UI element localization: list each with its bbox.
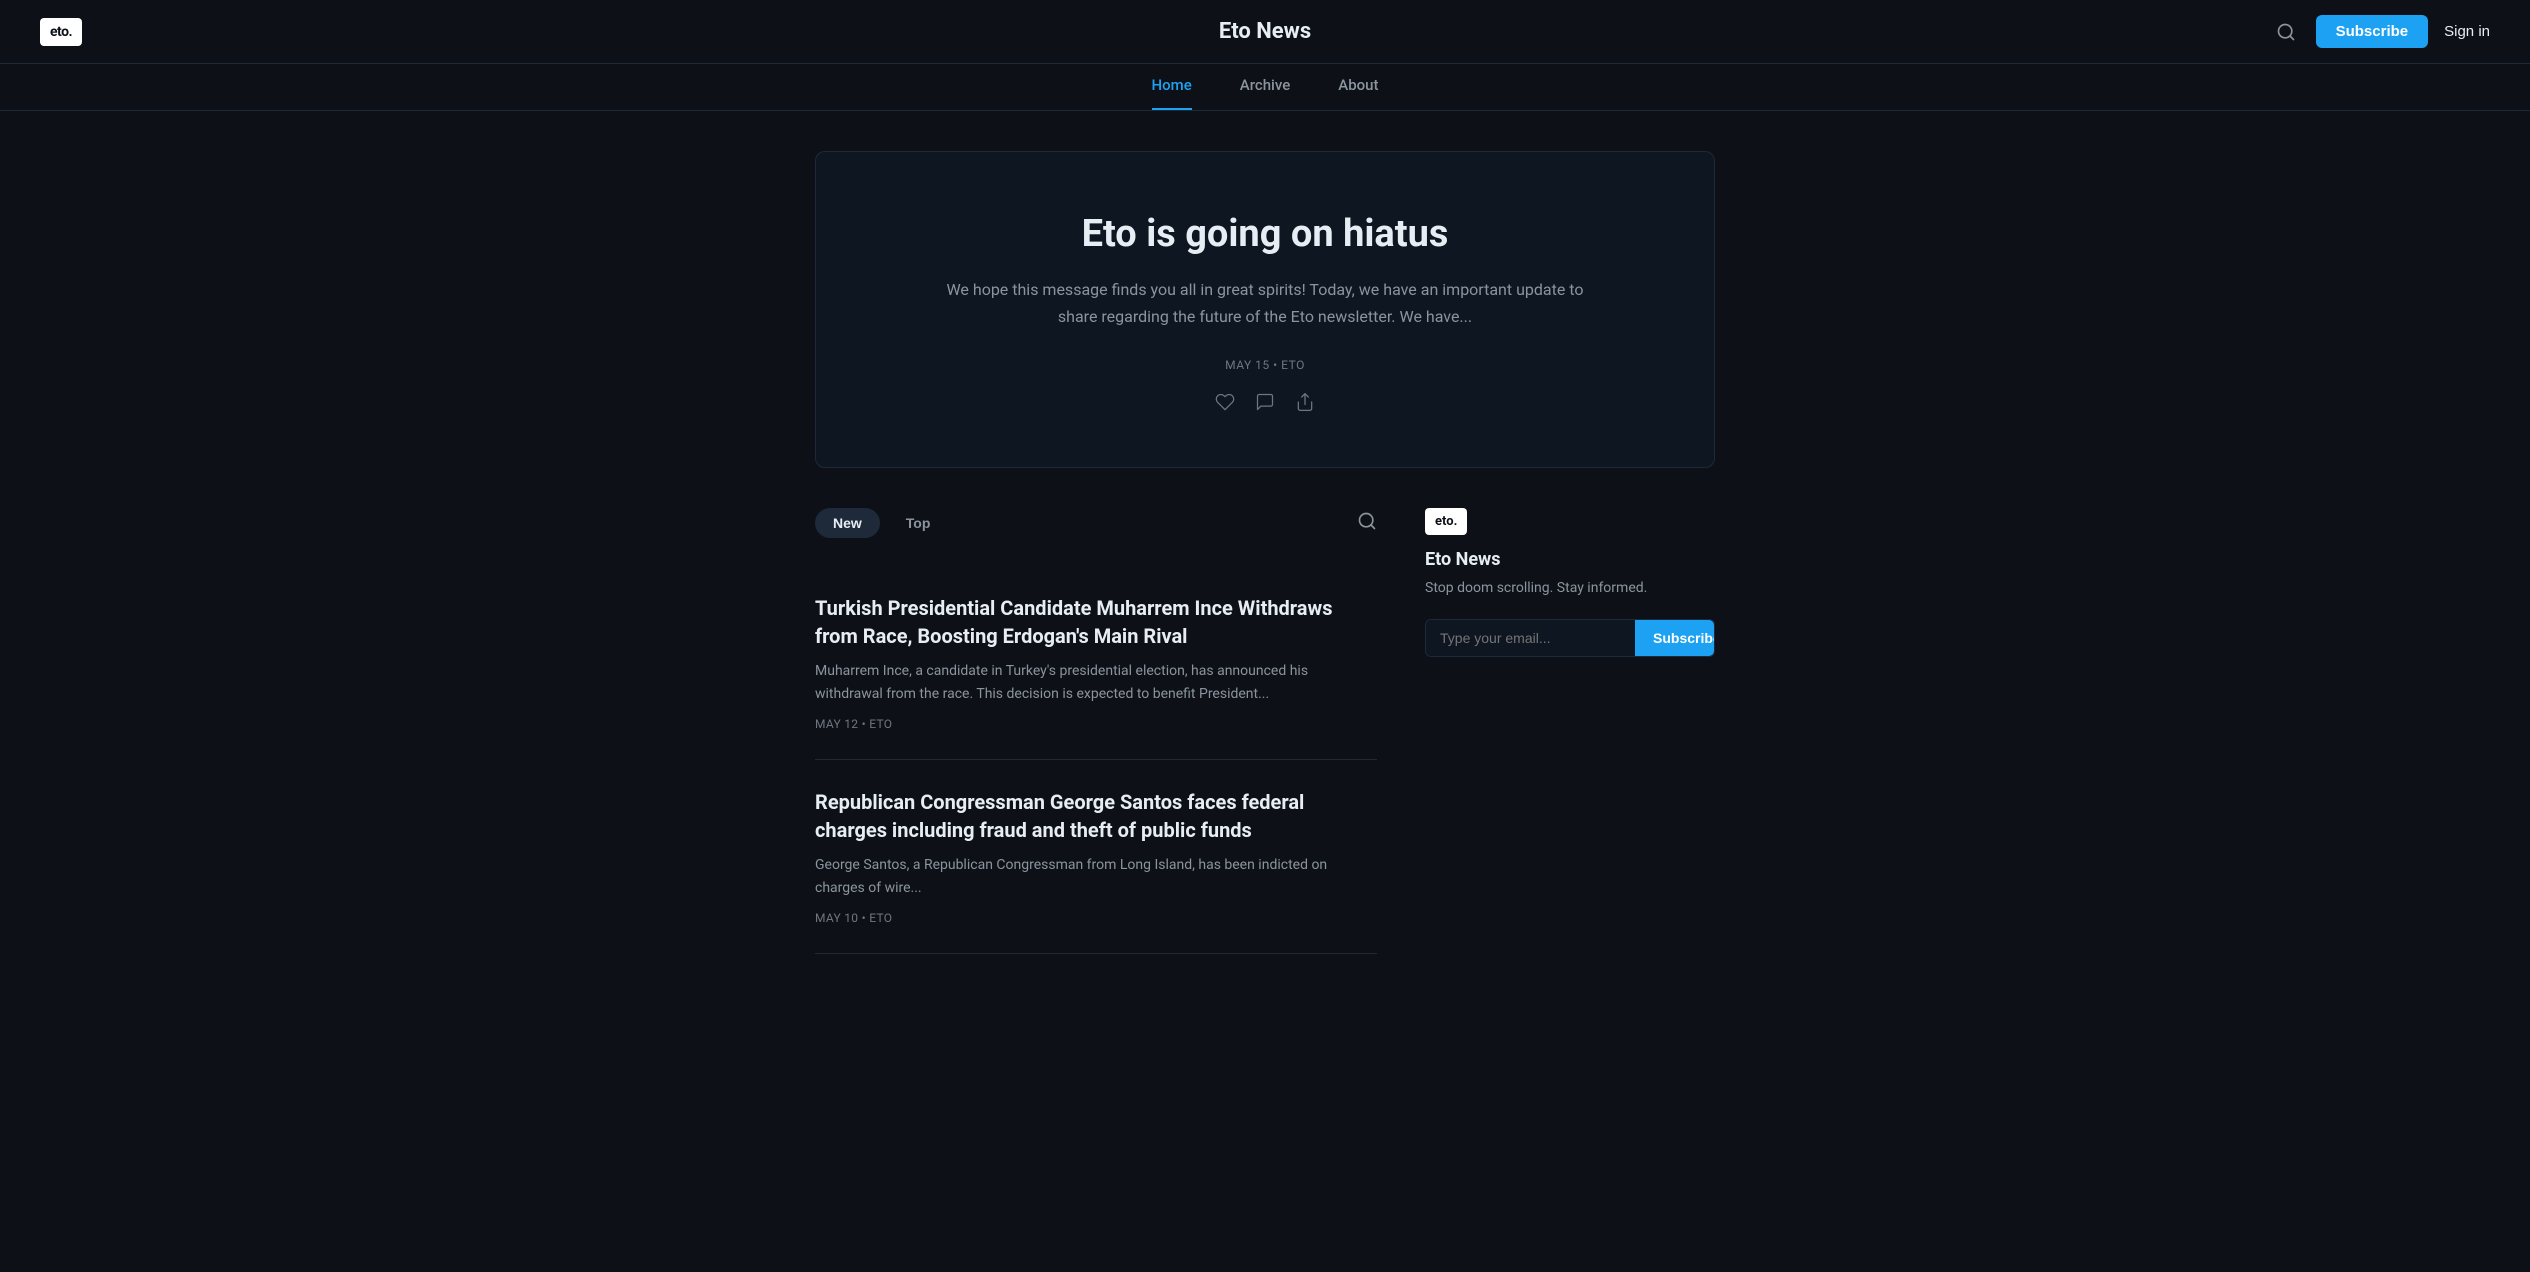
post-card: Turkish Presidential Candidate Muharrem … (815, 566, 1377, 760)
header-actions: Subscribe Sign in (2272, 15, 2490, 48)
search-icon (2276, 22, 2296, 42)
nav-item-about[interactable]: About (1338, 76, 1378, 110)
posts-tabs: New Top (815, 508, 948, 538)
post-title[interactable]: Turkish Presidential Candidate Muharrem … (815, 594, 1377, 650)
posts-section: New Top Turkish Presidential Candidate M… (815, 508, 1377, 954)
logo-box: eto. (40, 18, 82, 46)
nav-item-archive[interactable]: Archive (1240, 76, 1290, 110)
search-icon (1357, 511, 1377, 531)
header-logo: eto. (40, 18, 82, 46)
hero-description: We hope this message finds you all in gr… (925, 276, 1605, 330)
sidebar-publication-name: Eto News (1425, 549, 1715, 570)
posts-header: New Top (815, 508, 1377, 538)
main-nav: Home Archive About (0, 64, 2530, 111)
sidebar-subscribe-form: Subscribe (1425, 619, 1715, 657)
post-excerpt: George Santos, a Republican Congressman … (815, 854, 1377, 899)
hero-actions (896, 392, 1634, 417)
comment-icon[interactable] (1255, 392, 1275, 417)
site-title: Eto News (1219, 19, 1311, 44)
post-meta: MAY 12 • ETO (815, 717, 1377, 731)
tab-top[interactable]: Top (888, 508, 949, 538)
posts-search-button[interactable] (1357, 511, 1377, 535)
post-title[interactable]: Republican Congressman George Santos fac… (815, 788, 1377, 844)
hero-section: Eto is going on hiatus We hope this mess… (815, 151, 1715, 468)
signin-button[interactable]: Sign in (2444, 23, 2490, 40)
hero-title: Eto is going on hiatus (896, 212, 1634, 256)
like-icon[interactable] (1215, 392, 1235, 417)
sidebar: eto. Eto News Stop doom scrolling. Stay … (1425, 508, 1715, 954)
sidebar-logo: eto. (1425, 508, 1467, 535)
sidebar-tagline: Stop doom scrolling. Stay informed. (1425, 578, 1715, 599)
post-card: Republican Congressman George Santos fac… (815, 760, 1377, 954)
main-content: New Top Turkish Presidential Candidate M… (815, 508, 1715, 1014)
header: eto. Eto News Subscribe Sign in (0, 0, 2530, 64)
search-button[interactable] (2272, 18, 2300, 46)
post-excerpt: Muharrem Ince, a candidate in Turkey's p… (815, 660, 1377, 705)
hero-meta: MAY 15 • ETO (896, 358, 1634, 372)
post-meta: MAY 10 • ETO (815, 911, 1377, 925)
nav-item-home[interactable]: Home (1152, 76, 1192, 110)
tab-new[interactable]: New (815, 508, 880, 538)
sidebar-subscribe-button[interactable]: Subscribe (1635, 620, 1715, 656)
share-icon[interactable] (1295, 392, 1315, 417)
header-subscribe-button[interactable]: Subscribe (2316, 15, 2429, 48)
sidebar-email-input[interactable] (1426, 620, 1635, 656)
